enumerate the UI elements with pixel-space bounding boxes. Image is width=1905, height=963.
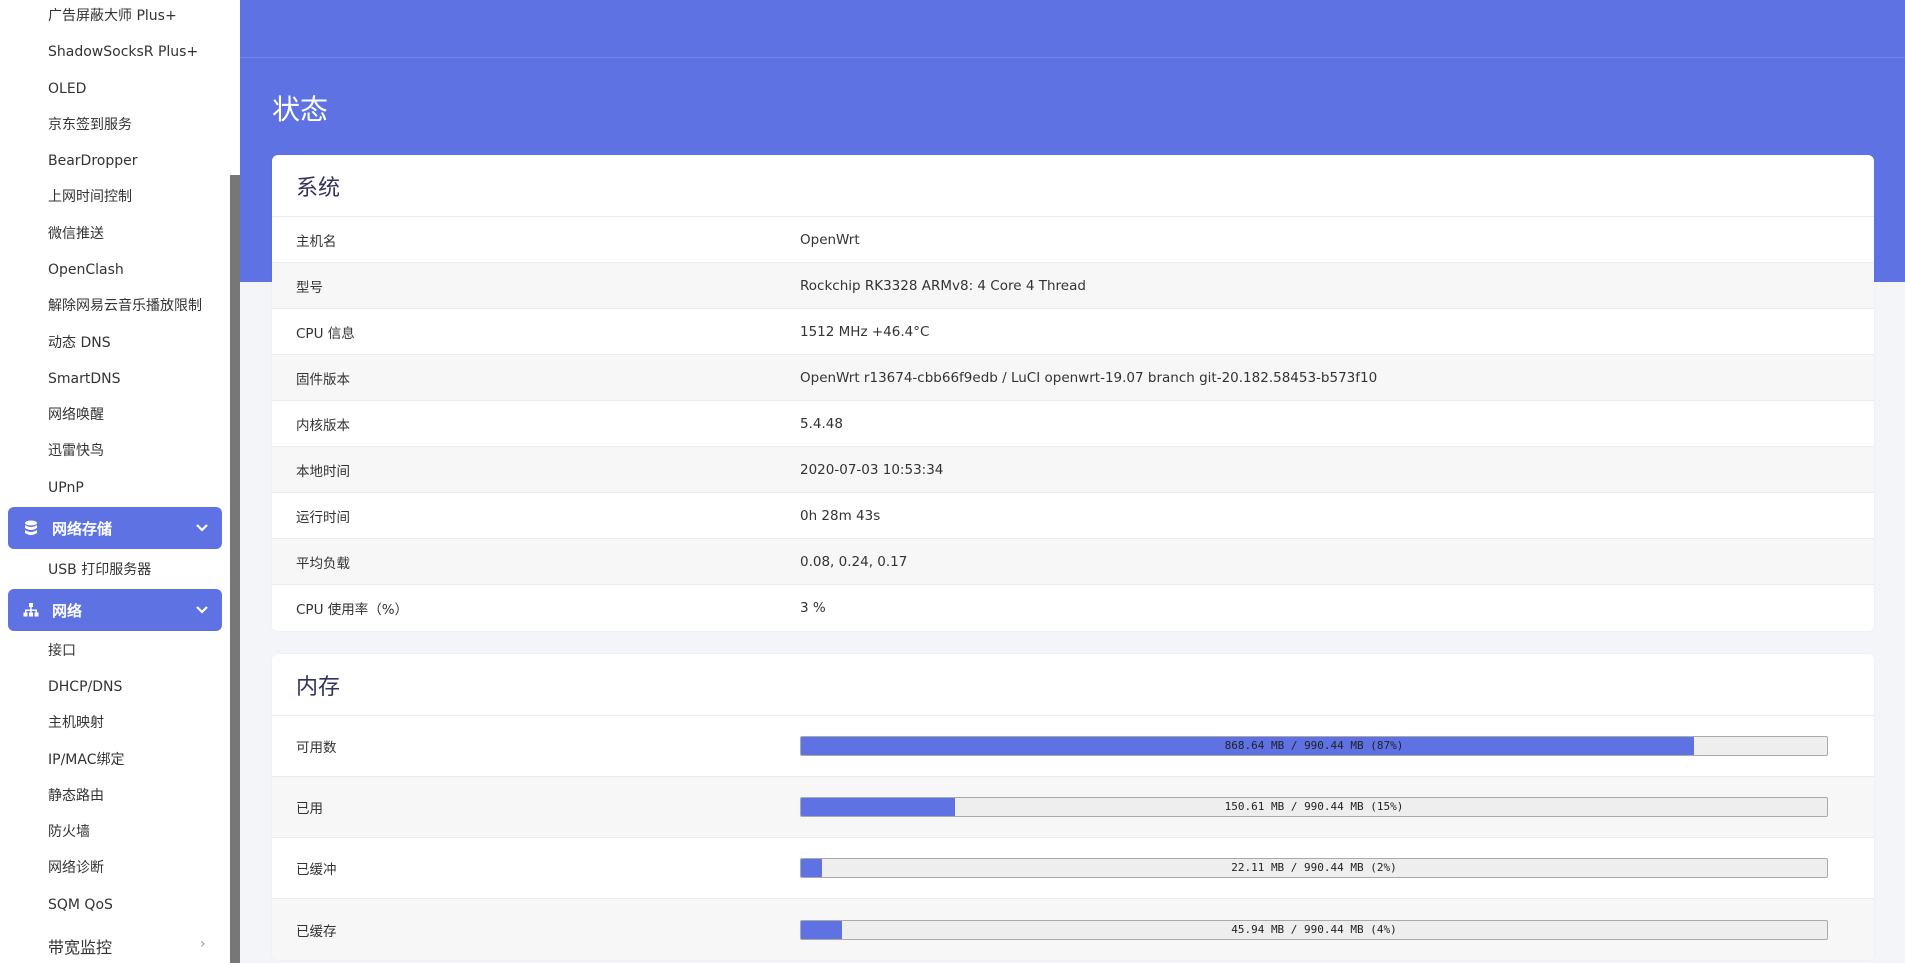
- table-row: 本地时间 2020-07-03 10:53:34: [272, 447, 1874, 493]
- sidebar-group-network-label: 网络: [52, 601, 83, 620]
- memory-card: 内存 可用数 868.64 MB / 990.44 MB (87%) 已用 15…: [272, 654, 1874, 960]
- sidebar-item-oled[interactable]: OLED: [48, 79, 86, 99]
- system-card: 系统 主机名 OpenWrt 型号 Rockchip RK3328 ARMv8: 4…: [272, 155, 1874, 631]
- table-row: CPU 信息 1512 MHz +46.4°C: [272, 309, 1874, 355]
- sidebar-item-time-control[interactable]: 上网时间控制: [48, 187, 132, 207]
- table-row: 主机名 OpenWrt: [272, 217, 1874, 263]
- table-row: CPU 使用率（%） 3 %: [272, 585, 1874, 631]
- sidebar-item-static-routes[interactable]: 静态路由: [48, 786, 104, 806]
- row-key: 型号: [296, 279, 323, 296]
- row-key: 内核版本: [296, 417, 350, 434]
- sidebar-item-firewall[interactable]: 防火墙: [48, 822, 90, 842]
- progress-bar: 45.94 MB / 990.44 MB (4%): [800, 919, 1828, 940]
- sidebar-item-hosts[interactable]: 主机映射: [48, 713, 104, 733]
- progress-text: 22.11 MB / 990.44 MB (2%): [1231, 861, 1397, 874]
- memory-card-title: 内存: [272, 654, 1874, 716]
- chevron-down-icon: [192, 524, 212, 532]
- progress-bar: 150.61 MB / 990.44 MB (15%): [800, 797, 1828, 817]
- sidebar-group-network[interactable]: 网络: [8, 589, 222, 631]
- sidebar-item-ssr-plus[interactable]: ShadowSocksR Plus+: [48, 42, 198, 62]
- row-value: 0h 28m 43s: [800, 507, 881, 524]
- row-key: 主机名: [296, 233, 337, 250]
- row-key: 已缓存: [296, 923, 337, 940]
- sidebar: 广告屏蔽大师 Plus+ ShadowSocksR Plus+ OLED 京东签…: [0, 0, 240, 963]
- sidebar-group-storage[interactable]: 网络存储: [8, 507, 222, 549]
- sitemap-icon: [22, 601, 40, 619]
- sidebar-item-adblock-plus[interactable]: 广告屏蔽大师 Plus+: [48, 6, 177, 26]
- table-row: 固件版本 OpenWrt r13674-cbb66f9edb / LuCI ope…: [272, 355, 1874, 401]
- sidebar-scrollbar[interactable]: [230, 175, 240, 963]
- sidebar-item-wol[interactable]: 网络唤醒: [48, 405, 104, 425]
- sidebar-item-unblock-netease[interactable]: 解除网易云音乐播放限制: [48, 296, 202, 316]
- progress-bar: 22.11 MB / 990.44 MB (2%): [800, 858, 1828, 878]
- row-key: 本地时间: [296, 463, 350, 480]
- sidebar-item-upnp[interactable]: UPnP: [48, 478, 84, 498]
- row-value: 1512 MHz +46.4°C: [800, 323, 930, 340]
- progress-text: 45.94 MB / 990.44 MB (4%): [1231, 922, 1397, 936]
- chevron-down-icon: [192, 606, 212, 614]
- row-key: 运行时间: [296, 509, 350, 526]
- table-row: 型号 Rockchip RK3328 ARMv8: 4 Core 4 Thread: [272, 263, 1874, 309]
- progress-text: 868.64 MB / 990.44 MB (87%): [1224, 739, 1404, 752]
- row-key: CPU 使用率（%）: [296, 602, 409, 618]
- sidebar-item-diagnostics[interactable]: 网络诊断: [48, 858, 104, 878]
- table-row: 已缓存 45.94 MB / 990.44 MB (4%): [272, 899, 1874, 960]
- sidebar-item-xunlei[interactable]: 迅雷快鸟: [48, 441, 104, 461]
- row-key: 平均负载: [296, 555, 350, 572]
- row-key: CPU 信息: [296, 325, 355, 342]
- sidebar-item-ddns[interactable]: 动态 DNS: [48, 333, 111, 353]
- table-row: 内核版本 5.4.48: [272, 401, 1874, 447]
- sidebar-item-jd-checkin[interactable]: 京东签到服务: [48, 115, 132, 135]
- sidebar-item-usb-printer[interactable]: USB 打印服务器: [48, 560, 151, 580]
- row-value: Rockchip RK3328 ARMv8: 4 Core 4 Thread: [800, 277, 1086, 294]
- database-icon: [22, 519, 40, 537]
- chevron-right-icon: ›: [200, 936, 206, 952]
- table-row: 可用数 868.64 MB / 990.44 MB (87%): [272, 716, 1874, 777]
- sidebar-item-bandwidth-monitor[interactable]: 带宽监控: [48, 934, 112, 958]
- row-value: OpenWrt: [800, 231, 860, 248]
- sidebar-item-wechat-push[interactable]: 微信推送: [48, 224, 104, 244]
- sidebar-item-sqm-qos[interactable]: SQM QoS: [48, 895, 113, 915]
- table-row: 已用 150.61 MB / 990.44 MB (15%): [272, 777, 1874, 838]
- sidebar-item-dhcp-dns[interactable]: DHCP/DNS: [48, 677, 122, 697]
- table-row: 已缓冲 22.11 MB / 990.44 MB (2%): [272, 838, 1874, 899]
- main-content: 状态 系统 主机名 OpenWrt 型号 Rockchip RK3328 ARMv8…: [240, 0, 1905, 963]
- sidebar-item-smartdns[interactable]: SmartDNS: [48, 369, 121, 389]
- sidebar-item-interfaces[interactable]: 接口: [48, 641, 76, 661]
- progress-text: 150.61 MB / 990.44 MB (15%): [1224, 800, 1404, 813]
- row-value: 3 %: [800, 600, 826, 616]
- row-value: 0.08, 0.24, 0.17: [800, 553, 908, 570]
- sidebar-item-ip-mac-bind[interactable]: IP/MAC绑定: [48, 750, 124, 770]
- table-row: 运行时间 0h 28m 43s: [272, 493, 1874, 539]
- sidebar-item-beardropper[interactable]: BearDropper: [48, 151, 138, 171]
- row-key: 可用数: [296, 740, 337, 756]
- sidebar-item-openclash[interactable]: OpenClash: [48, 260, 124, 280]
- row-value: 5.4.48: [800, 415, 843, 432]
- row-key: 固件版本: [296, 371, 350, 388]
- header-divider: [240, 57, 1905, 58]
- sidebar-group-storage-label: 网络存储: [52, 519, 113, 538]
- row-value: 2020-07-03 10:53:34: [800, 461, 944, 478]
- row-key: 已用: [296, 801, 323, 817]
- page-title: 状态: [272, 93, 329, 126]
- system-card-title: 系统: [272, 155, 1874, 217]
- row-key: 已缓冲: [296, 862, 337, 878]
- row-value: OpenWrt r13674-cbb66f9edb / LuCI openwrt…: [800, 369, 1378, 386]
- progress-bar: 868.64 MB / 990.44 MB (87%): [800, 736, 1828, 756]
- table-row: 平均负载 0.08, 0.24, 0.17: [272, 539, 1874, 585]
